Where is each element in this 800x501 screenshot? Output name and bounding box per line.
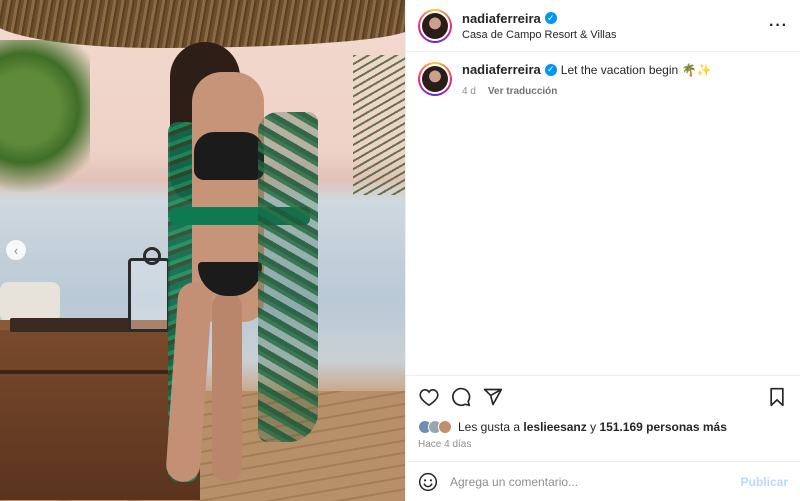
chevron-left-icon: ‹: [13, 242, 19, 258]
heart-icon[interactable]: [418, 386, 440, 408]
avatar: [438, 420, 452, 434]
verified-badge-icon: ✓: [544, 63, 557, 76]
username-link[interactable]: nadiaferreira: [462, 11, 541, 26]
tray: [10, 318, 130, 332]
comment-icon[interactable]: [450, 386, 472, 408]
caption-username-link[interactable]: nadiaferreira: [462, 62, 541, 77]
cushion: [0, 282, 60, 322]
profile-photo: [422, 12, 448, 39]
caption-age[interactable]: 4 d: [462, 86, 476, 97]
more-options-icon[interactable]: ···: [769, 17, 788, 35]
liker-username-link[interactable]: leslieesanz: [523, 420, 586, 434]
caption: nadiaferreira ✓ Let the vacation begin 🌴…: [418, 62, 788, 97]
paper-plane-icon[interactable]: [482, 386, 504, 408]
post-header: nadiaferreira ✓ Casa de Campo Resort & V…: [406, 0, 800, 52]
avatar[interactable]: [418, 8, 452, 43]
post-photo[interactable]: ‹: [0, 0, 405, 501]
foliage: [0, 40, 90, 210]
comments-section: nadiaferreira ✓ Let the vacation begin 🌴…: [406, 52, 800, 375]
comment-composer: Publicar: [406, 461, 800, 501]
model-figure: [150, 42, 330, 483]
avatar[interactable]: [418, 62, 452, 96]
publish-button[interactable]: Publicar: [741, 475, 788, 489]
palm-leaves: [353, 55, 405, 195]
location-link[interactable]: Casa de Campo Resort & Villas: [462, 29, 769, 41]
likes-summary: Les gusta a leslieesanz y 151.169 person…: [406, 417, 800, 437]
post-side-panel: nadiaferreira ✓ Casa de Campo Resort & V…: [405, 0, 800, 501]
profile-photo: [422, 66, 448, 92]
likes-connector: y: [590, 420, 597, 434]
action-bar: [406, 375, 800, 417]
comment-input[interactable]: [450, 474, 741, 489]
robe-right: [258, 112, 318, 442]
translate-button[interactable]: Ver traducción: [488, 86, 557, 97]
instagram-post: ‹ nadiaferreira ✓ Casa de Campo Resort &…: [0, 0, 800, 501]
swimsuit-top: [194, 132, 264, 180]
verified-badge-icon: ✓: [544, 12, 557, 24]
likes-prefix: Les gusta a: [458, 420, 521, 434]
smiley-icon[interactable]: [418, 472, 438, 492]
post-date[interactable]: Hace 4 días: [406, 439, 800, 455]
carousel-prev-button[interactable]: ‹: [6, 240, 26, 260]
bookmark-icon[interactable]: [766, 386, 788, 408]
likes-count-link[interactable]: 151.169 personas más: [599, 420, 726, 434]
caption-text: Let the vacation begin 🌴✨: [560, 62, 712, 77]
leg: [212, 292, 242, 482]
liker-avatars: [418, 420, 452, 434]
